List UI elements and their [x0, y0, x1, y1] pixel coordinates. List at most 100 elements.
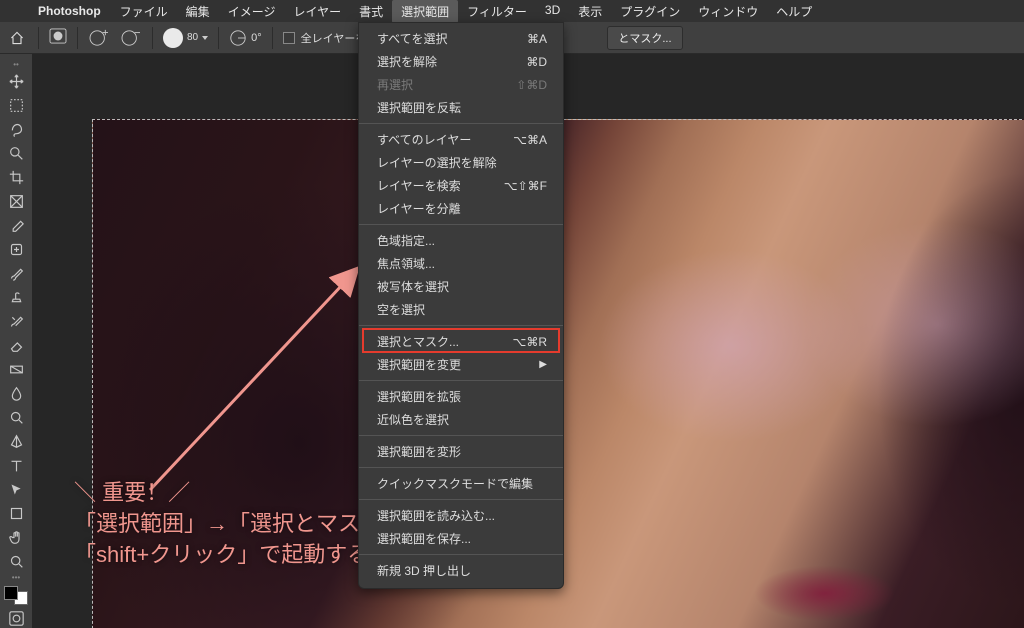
menu-item-label: 選択とマスク...: [377, 333, 459, 350]
zoom-tool[interactable]: [0, 549, 32, 573]
menu-レイヤー[interactable]: レイヤー: [284, 0, 350, 23]
checkbox-icon: [283, 32, 295, 44]
frame-tool[interactable]: [0, 189, 32, 213]
menu-item-選択範囲を保存[interactable]: 選択範囲を保存...: [359, 527, 563, 550]
menu-item-選択範囲を変更[interactable]: 選択範囲を変更 ▶: [359, 353, 563, 376]
toolbox: •• •••: [0, 54, 32, 628]
menu-書式[interactable]: 書式: [350, 0, 392, 23]
brush-preset-picker[interactable]: 80: [163, 28, 208, 48]
menu-item-shortcut: ⌘A: [527, 32, 547, 46]
menu-item-近似色を選択[interactable]: 近似色を選択: [359, 408, 563, 431]
menu-item-label: すべてのレイヤー: [377, 131, 471, 148]
menu-item-label: 新規 3D 押し出し: [377, 562, 471, 579]
rect-marquee-tool[interactable]: [0, 93, 32, 117]
home-icon[interactable]: [6, 27, 28, 49]
separator: [77, 27, 78, 49]
crop-tool[interactable]: [0, 165, 32, 189]
eyedropper-tool[interactable]: [0, 213, 32, 237]
separator: [152, 27, 153, 49]
brush-mode-sub-icon[interactable]: [120, 29, 142, 47]
menu-separator: [359, 123, 563, 124]
quick-selection-tool[interactable]: [0, 141, 32, 165]
hand-tool[interactable]: [0, 525, 32, 549]
gradient-tool[interactable]: [0, 357, 32, 381]
menu-イメージ[interactable]: イメージ: [219, 0, 285, 23]
menu-item-レイヤーを分離[interactable]: レイヤーを分離: [359, 197, 563, 220]
submenu-arrow-icon: ▶: [539, 359, 547, 370]
menu-表示[interactable]: 表示: [569, 0, 611, 23]
shape-tool[interactable]: [0, 501, 32, 525]
quick-mask-toggle-icon[interactable]: [0, 609, 32, 628]
clone-stamp-tool[interactable]: [0, 285, 32, 309]
menu-item-被写体を選択[interactable]: 被写体を選択: [359, 275, 563, 298]
toolbox-grip-icon[interactable]: ••: [0, 60, 32, 69]
menu-item-label: すべてを選択: [377, 30, 447, 47]
fg-bg-color-swatch[interactable]: [4, 586, 28, 605]
menu-item-label: 近似色を選択: [377, 411, 449, 428]
menu-item-shortcut: ⌘D: [526, 55, 547, 69]
menu-item-shortcut: ⌥⌘R: [513, 335, 548, 349]
menu-フィルター[interactable]: フィルター: [458, 0, 536, 23]
menu-item-色域指定[interactable]: 色域指定...: [359, 229, 563, 252]
fg-color-swatch[interactable]: [4, 586, 18, 600]
menu-ファイル[interactable]: ファイル: [111, 0, 177, 23]
edit-toolbar-icon[interactable]: •••: [0, 573, 32, 582]
select-and-mask-button[interactable]: とマスク...: [607, 26, 682, 50]
menu-item-選択を解除[interactable]: 選択を解除⌘D: [359, 50, 563, 73]
menu-item-選択範囲を反転[interactable]: 選択範囲を反転: [359, 96, 563, 119]
menu-item-label: 選択範囲を読み込む...: [377, 507, 495, 524]
macos-menubar: Photoshop ファイル編集イメージレイヤー書式選択範囲フィルター3D表示プ…: [0, 0, 1024, 22]
menu-item-label: 色域指定...: [377, 232, 435, 249]
menu-item-選択範囲を読み込む[interactable]: 選択範囲を読み込む...: [359, 504, 563, 527]
menu-item-label: 被写体を選択: [377, 278, 449, 295]
menu-item-すべてのレイヤー[interactable]: すべてのレイヤー⌥⌘A: [359, 128, 563, 151]
menu-item-クイックマスクモードで編集[interactable]: クイックマスクモードで編集: [359, 472, 563, 495]
menu-item-label: 選択範囲を反転: [377, 99, 461, 116]
blur-tool[interactable]: [0, 381, 32, 405]
separator: [272, 27, 273, 49]
menu-item-すべてを選択[interactable]: すべてを選択 ⌘A: [359, 27, 563, 50]
menu-separator: [359, 499, 563, 500]
menu-item-label: 再選択: [377, 76, 413, 93]
menu-separator: [359, 554, 563, 555]
menu-item-レイヤーの選択を解除[interactable]: レイヤーの選択を解除: [359, 151, 563, 174]
menu-item-焦点領域[interactable]: 焦点領域...: [359, 252, 563, 275]
menu-separator: [359, 325, 563, 326]
menu-プラグイン[interactable]: プラグイン: [611, 0, 689, 23]
mask-mode-icon[interactable]: [49, 28, 67, 47]
menu-item-label: 選択範囲を変形: [377, 443, 461, 460]
history-brush-tool[interactable]: [0, 309, 32, 333]
menu-item-shortcut: ⇧⌘D: [516, 78, 547, 92]
menu-item-label: 焦点領域...: [377, 255, 435, 272]
menu-item-選択とマスク[interactable]: 選択とマスク... ⌥⌘R: [359, 330, 563, 353]
move-tool[interactable]: [0, 69, 32, 93]
lasso-tool[interactable]: [0, 117, 32, 141]
menu-item-label: レイヤーを分離: [377, 200, 461, 217]
menu-編集[interactable]: 編集: [177, 0, 219, 23]
eraser-tool[interactable]: [0, 333, 32, 357]
menu-item-選択範囲を変形[interactable]: 選択範囲を変形: [359, 440, 563, 463]
chevron-down-icon: [202, 36, 208, 40]
menu-ウィンドウ[interactable]: ウィンドウ: [689, 0, 767, 23]
menu-item-選択範囲を拡張[interactable]: 選択範囲を拡張: [359, 385, 563, 408]
brush-mode-add-icon[interactable]: [88, 29, 110, 47]
menu-3d[interactable]: 3D: [536, 0, 569, 23]
menu-item-再選択: 再選択 ⇧⌘D: [359, 73, 563, 96]
menu-item-label: 選択範囲を保存...: [377, 530, 471, 547]
menu-item-label: レイヤーを検索: [377, 177, 461, 194]
menu-item-空を選択[interactable]: 空を選択: [359, 298, 563, 321]
path-selection-tool[interactable]: [0, 477, 32, 501]
menu-選択範囲[interactable]: 選択範囲: [392, 0, 458, 23]
brush-tool[interactable]: [0, 261, 32, 285]
menu-item-新規3D押し出し[interactable]: 新規 3D 押し出し: [359, 559, 563, 582]
pen-tool[interactable]: [0, 429, 32, 453]
dodge-tool[interactable]: [0, 405, 32, 429]
menu-item-label: 選択範囲を変更: [377, 356, 461, 373]
menu-item-label: レイヤーの選択を解除: [377, 154, 497, 171]
brush-angle-picker[interactable]: 0°: [229, 29, 262, 47]
spot-heal-tool[interactable]: [0, 237, 32, 261]
app-name[interactable]: Photoshop: [28, 4, 111, 18]
type-tool[interactable]: [0, 453, 32, 477]
menu-item-レイヤーを検索[interactable]: レイヤーを検索⌥⇧⌘F: [359, 174, 563, 197]
menu-ヘルプ[interactable]: ヘルプ: [767, 0, 821, 23]
